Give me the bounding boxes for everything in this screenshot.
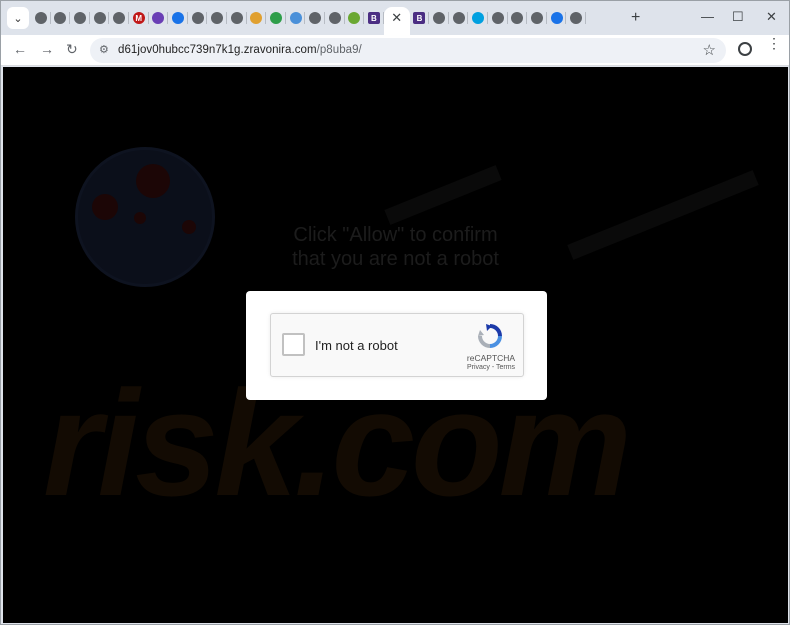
site-info-icon[interactable]: ⚙ — [99, 43, 109, 56]
chrome-icon — [550, 12, 563, 24]
tab[interactable] — [227, 7, 247, 29]
tab[interactable] — [266, 7, 286, 29]
purple-bolt-icon — [152, 12, 165, 24]
tab[interactable] — [286, 7, 306, 29]
globe-icon — [191, 12, 204, 24]
tab[interactable] — [149, 7, 169, 29]
cube-icon — [472, 12, 485, 24]
maximize-button[interactable]: ☐ — [732, 9, 744, 25]
address-bar[interactable]: ⚙ d61jov0hubcc739n7k1g.zravonira.com/p8u… — [90, 38, 726, 63]
tab[interactable] — [547, 7, 567, 29]
page-message-line1: Click "Allow" to confirm — [293, 224, 498, 246]
kebab-menu-icon: ⋮ — [767, 35, 781, 51]
url-host: d61jov0hubcc739n7k1g.zravonira.com — [118, 44, 317, 56]
hand-pointer-icon — [250, 12, 263, 24]
globe-icon — [491, 12, 504, 24]
tab-active[interactable]: ✕ — [383, 7, 410, 35]
close-window-button[interactable]: ✕ — [766, 9, 777, 25]
tab[interactable]: M — [129, 7, 149, 29]
b-letter-icon: B — [413, 12, 426, 24]
page-icon — [531, 12, 544, 24]
tab-separator — [585, 12, 587, 24]
globe-icon — [230, 12, 243, 24]
globe-icon — [433, 12, 446, 24]
new-tab-button[interactable]: + — [631, 9, 640, 27]
tab[interactable] — [488, 7, 508, 29]
tab[interactable] — [90, 7, 110, 29]
recaptcha-widget: I'm not a robot reCAPTCHA Privacy - Term… — [270, 313, 524, 377]
recaptcha-links[interactable]: Privacy - Terms — [459, 364, 523, 371]
tab[interactable]: B — [410, 7, 430, 29]
tab[interactable] — [345, 7, 365, 29]
tab-list: M B ✕ B — [31, 7, 587, 35]
url-text[interactable]: d61jov0hubcc739n7k1g.zravonira.com/p8uba… — [118, 44, 362, 56]
globe-icon — [328, 12, 341, 24]
close-tab-icon[interactable]: ✕ — [391, 10, 402, 26]
plant-icon — [348, 12, 361, 24]
tab[interactable] — [449, 7, 469, 29]
download-icon — [269, 12, 282, 24]
minimize-button[interactable]: — — [701, 9, 714, 24]
captcha-card: I'm not a robot reCAPTCHA Privacy - Term… — [246, 291, 547, 400]
globe-icon — [73, 12, 86, 24]
b-letter-icon: B — [367, 12, 380, 24]
captcha-label: I'm not a robot — [315, 338, 398, 353]
url-path: /p8uba9/ — [316, 44, 362, 56]
mcafee-shield-icon: M — [132, 12, 145, 24]
tab[interactable] — [31, 7, 51, 29]
tab[interactable] — [566, 7, 587, 29]
tab[interactable] — [168, 7, 188, 29]
tab[interactable] — [508, 7, 528, 29]
globe-icon — [309, 12, 322, 24]
globe-icon — [570, 12, 583, 24]
shield-check-icon — [289, 12, 302, 24]
recaptcha-logo-icon — [478, 324, 502, 348]
toolbar: ← → ↻ ⚙ d61jov0hubcc739n7k1g.zravonira.c… — [1, 35, 789, 66]
globe-icon — [511, 12, 524, 24]
tab[interactable] — [207, 7, 227, 29]
browser-window: ⌄ M B ✕ B + — ☐ ✕ ← → ↻ ⚙ d61jov0hubcc739n7… — [0, 0, 790, 625]
globe-icon — [452, 12, 465, 24]
tab[interactable] — [70, 7, 90, 29]
tab[interactable] — [51, 7, 71, 29]
tab[interactable] — [188, 7, 208, 29]
watermark-stripe — [384, 165, 502, 225]
tab[interactable] — [468, 7, 489, 29]
tab[interactable] — [527, 7, 547, 29]
chevron-down-icon: ⌄ — [13, 12, 23, 25]
tab-strip: ⌄ M B ✕ B + — ☐ ✕ — [1, 1, 789, 35]
page-message-line2: that you are not a robot — [292, 248, 499, 270]
forward-button[interactable]: → — [40, 41, 54, 57]
globe-icon — [93, 12, 106, 24]
tab[interactable] — [325, 7, 345, 29]
page-content: risk.com Click "Allow" to confirm that y… — [3, 67, 788, 623]
tab[interactable] — [305, 7, 325, 29]
globe-search-icon — [34, 12, 47, 24]
globe-icon — [211, 12, 224, 24]
tab[interactable] — [109, 7, 129, 29]
bookmark-star-icon[interactable]: ☆ — [703, 41, 716, 59]
globe-icon — [54, 12, 67, 24]
tab-search-button[interactable]: ⌄ — [7, 7, 29, 29]
tab[interactable] — [429, 7, 449, 29]
target-icon — [171, 12, 184, 24]
globe-icon — [113, 12, 126, 24]
recaptcha-brand: reCAPTCHA — [466, 353, 516, 363]
menu-button[interactable]: ⋮ — [767, 36, 781, 50]
back-button[interactable]: ← — [13, 41, 27, 57]
tab[interactable] — [247, 7, 267, 29]
profile-avatar-icon[interactable] — [738, 42, 752, 56]
reload-button[interactable]: ↻ — [66, 41, 78, 58]
robot-checkbox[interactable] — [282, 333, 305, 356]
tab[interactable]: B — [364, 7, 384, 29]
